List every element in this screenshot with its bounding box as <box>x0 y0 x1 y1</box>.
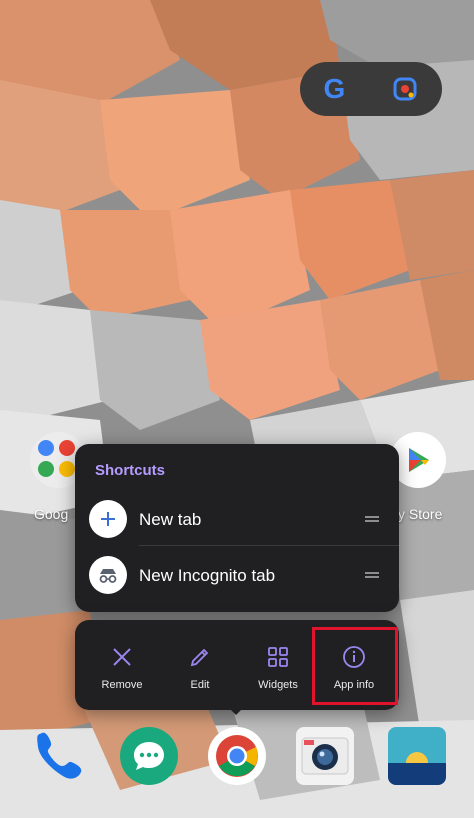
gallery-icon <box>388 727 446 785</box>
phone-icon <box>37 732 82 779</box>
gallery-app-icon[interactable] <box>388 727 446 785</box>
action-label: Widgets <box>258 679 298 691</box>
close-icon <box>113 648 131 666</box>
chrome-icon <box>216 735 258 777</box>
edit-button[interactable]: Edit <box>161 620 239 710</box>
drag-handle-icon[interactable] <box>365 516 379 522</box>
google-search-widget[interactable]: G <box>300 62 442 116</box>
google-logo-icon[interactable]: G <box>324 73 346 105</box>
shortcut-label: New Incognito tab <box>139 566 276 585</box>
shortcut-new-incognito-tab[interactable]: New Incognito tab <box>75 548 399 606</box>
play-store-label: y Store <box>398 506 443 522</box>
divider <box>139 545 399 546</box>
incognito-icon <box>89 556 127 594</box>
google-folder-label: Goog <box>34 506 69 522</box>
google-lens-icon[interactable] <box>392 76 418 102</box>
phone-app-icon[interactable] <box>30 727 88 785</box>
highlight-box <box>312 627 398 705</box>
grid-icon <box>268 647 288 667</box>
drag-handle-icon[interactable] <box>365 572 379 578</box>
camera-app-icon[interactable] <box>296 727 354 785</box>
play-triangle-icon <box>409 448 429 472</box>
widgets-button[interactable]: Widgets <box>239 620 317 710</box>
shortcuts-title: Shortcuts <box>95 462 166 479</box>
camera-icon <box>301 737 349 775</box>
messages-icon <box>134 742 164 770</box>
action-label: Remove <box>101 679 143 691</box>
plus-icon <box>89 500 127 538</box>
remove-button[interactable]: Remove <box>83 620 161 710</box>
chrome-app-icon[interactable] <box>208 727 266 785</box>
pencil-icon <box>190 648 209 667</box>
shortcut-new-tab[interactable]: New tab <box>75 492 399 550</box>
messages-app-icon[interactable] <box>120 727 178 785</box>
action-label: Edit <box>190 679 210 691</box>
popup-pointer <box>228 707 244 715</box>
shortcuts-popup: Shortcuts New tab New Incognito tab <box>75 444 399 612</box>
shortcut-label: New tab <box>139 510 202 529</box>
